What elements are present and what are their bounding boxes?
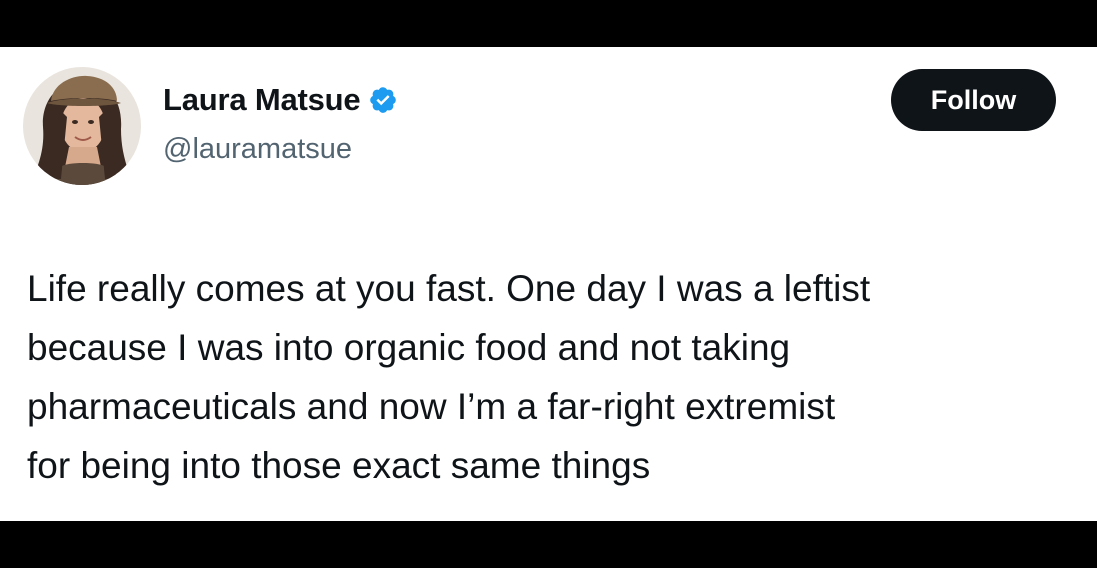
tweet-card: Laura Matsue @lauramatsue Follow Life re… [0,47,1097,521]
tweet-text-line: Life really comes at you fast. One day I… [27,268,871,309]
tweet-text: Life really comes at you fast. One day I… [27,259,1077,495]
follow-button[interactable]: Follow [891,69,1056,131]
author-handle[interactable]: @lauramatsue [163,133,352,166]
avatar[interactable] [23,67,141,185]
author-display-name[interactable]: Laura Matsue [163,82,361,118]
avatar-photo [23,67,141,185]
verified-badge-icon[interactable] [368,85,398,115]
tweet-text-line: for being into those exact same things [27,445,651,486]
tweet-text-line: pharmaceuticals and now I’m a far-right … [27,386,836,427]
letterbox-bottom [0,521,1097,568]
author-name-row: Laura Matsue [163,80,398,120]
letterbox-top [0,0,1097,47]
tweet-text-line: because I was into organic food and not … [27,327,791,368]
